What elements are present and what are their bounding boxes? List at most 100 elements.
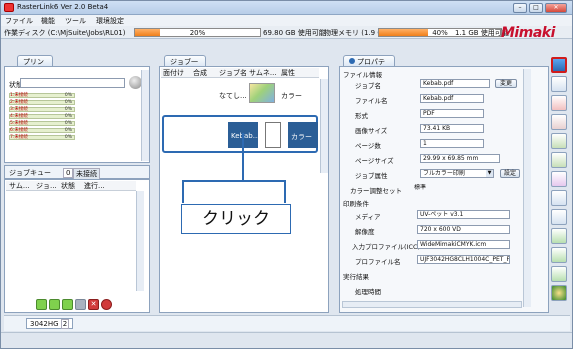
- media-label: メディア: [355, 213, 381, 221]
- pages-field: 1: [420, 139, 484, 148]
- properties-panel: ファイル情報 ジョブ名 Kebab.pdf 変更 ファイル名 Kebab.pdf…: [339, 66, 549, 313]
- pause-button[interactable]: [62, 299, 73, 310]
- printer-row-name: 1:未接続: [10, 93, 28, 98]
- printer-row[interactable]: 1:未接続 0%: [9, 93, 75, 98]
- print-tool-icon[interactable]: [551, 190, 567, 206]
- color-set-value: 標準: [414, 184, 427, 191]
- process-time-label: 処理時間: [355, 288, 381, 296]
- printer-row-pct: 0%: [64, 135, 72, 140]
- image-tool-icon[interactable]: [551, 114, 567, 130]
- window-title: RasterLink6 Ver 2.0 Beta4: [17, 3, 109, 11]
- format-field: PDF: [420, 109, 484, 118]
- queue-panel: サム... ジョ... 状態 進行...: [4, 179, 150, 313]
- copy-tool-icon[interactable]: [551, 152, 567, 168]
- printer-row-name: 7:未接続: [10, 135, 28, 140]
- transfer-tool-icon[interactable]: [551, 228, 567, 244]
- section-print-conditions: 印刷条件: [343, 200, 369, 208]
- format-label: 形式: [355, 112, 368, 120]
- queue-scrollbar[interactable]: [136, 191, 144, 291]
- job-row-name: なてし...: [219, 92, 247, 100]
- job-name-field[interactable]: Kebab.pdf: [420, 79, 490, 88]
- printer-row-pct: 0%: [64, 93, 72, 98]
- click-callout: クリック: [181, 204, 291, 234]
- menu-tool[interactable]: ツール: [65, 16, 86, 26]
- job-attr-select[interactable]: フルカラー印刷: [420, 169, 494, 178]
- queue-col[interactable]: サム...: [9, 181, 30, 191]
- cut-tool-icon[interactable]: [551, 171, 567, 187]
- mimaki-logo: Mimaki: [501, 25, 555, 41]
- joblist-col[interactable]: 合成: [193, 68, 207, 78]
- menu-bar: ファイル 機能 ツール 環境設定: [1, 15, 572, 26]
- queue-header: サム... ジョ... 状態 進行...: [6, 181, 136, 191]
- queue-tabbar: ジョブキュー 0 未接続: [4, 165, 150, 180]
- printer-row[interactable]: 4:未接続 0%: [9, 114, 75, 119]
- joblist-col[interactable]: 面付け: [163, 68, 184, 78]
- printer-row-name: 4:未接続: [10, 114, 28, 119]
- delete-button[interactable]: ✕: [88, 299, 99, 310]
- change-button[interactable]: 変更: [495, 79, 517, 88]
- maximize-button[interactable]: □: [529, 3, 543, 13]
- printer-row[interactable]: 3:未接続 0%: [9, 107, 75, 112]
- printer-row[interactable]: 2:未接続 0%: [9, 100, 75, 105]
- close-button[interactable]: ✕: [545, 3, 567, 13]
- disk-free: 69.80 GB 使用可能: [263, 29, 326, 37]
- pages-label: ページ数: [355, 142, 381, 150]
- queue-col[interactable]: 進行...: [84, 181, 105, 191]
- printer-row[interactable]: 7:未接続 0%: [9, 135, 75, 140]
- joblist-col[interactable]: 属性: [281, 68, 295, 78]
- properties-hscrollbar[interactable]: [342, 301, 522, 308]
- joblist-scrollbar[interactable]: [320, 79, 328, 173]
- status-bar: 作業ディスク (C:\MjSuite\Jobs\RL01) 20% 69.80 …: [1, 26, 572, 39]
- queue-add-button[interactable]: [36, 299, 47, 310]
- printer-row-pct: 0%: [64, 107, 72, 112]
- panel-tool-icon[interactable]: [551, 209, 567, 225]
- printer-state-field[interactable]: [20, 78, 125, 88]
- section-file-info: ファイル情報: [343, 71, 382, 79]
- menu-function[interactable]: 機能: [41, 16, 55, 26]
- printer-row[interactable]: 5:未接続 0%: [9, 121, 75, 126]
- stop-button[interactable]: [75, 299, 86, 310]
- printer-row-pct: 0%: [64, 121, 72, 126]
- page-size-field: 29.99 x 69.85 mm: [420, 154, 500, 163]
- printer-scrollbar[interactable]: [141, 70, 149, 161]
- properties-tool-icon[interactable]: [551, 57, 567, 73]
- joblist-col[interactable]: サムネ...: [249, 68, 277, 78]
- tab-properties[interactable]: プロパティ: [343, 55, 395, 76]
- down-tool-icon[interactable]: [551, 247, 567, 263]
- queue-col[interactable]: ジョ...: [36, 181, 57, 191]
- job-row-attr: カラー: [281, 92, 302, 100]
- right-toolbar: [550, 55, 570, 313]
- play-button[interactable]: [49, 299, 60, 310]
- tab-printer[interactable]: プリンタ: [17, 55, 53, 76]
- joblist-col[interactable]: ジョブ名: [219, 68, 247, 78]
- section-result: 実行結果: [343, 273, 369, 281]
- printer-row[interactable]: 6:未接続 0%: [9, 128, 75, 133]
- tab-queue[interactable]: ジョブキュー: [9, 168, 51, 178]
- chevron-down-icon[interactable]: ▼: [486, 170, 493, 177]
- queue-col[interactable]: 状態: [61, 181, 75, 191]
- minimize-button[interactable]: –: [513, 3, 527, 13]
- properties-scrollbar[interactable]: [523, 69, 531, 307]
- disk-percent: 20%: [189, 29, 206, 37]
- tab-joblist[interactable]: ジョブ一覧: [164, 55, 206, 76]
- printer-row-pct: 0%: [64, 100, 72, 105]
- title-bar: RasterLink6 Ver 2.0 Beta4 – □ ✕: [1, 1, 572, 15]
- tab-printer-3042hg[interactable]: 3042HG 2: [26, 318, 74, 329]
- edit-tool-icon[interactable]: [551, 133, 567, 149]
- app-window: RasterLink6 Ver 2.0 Beta4 – □ ✕ ファイル 機能 …: [0, 0, 573, 349]
- resolution-field: 720 x 600 VD: [417, 225, 510, 234]
- settings-button[interactable]: 設定: [500, 169, 520, 178]
- menu-settings[interactable]: 環境設定: [96, 16, 124, 26]
- color-tool-icon[interactable]: [551, 95, 567, 111]
- printer-panel: 状態 1:未接続 0% 2:未接続 0% 3:未接続 0% 4:未接続 0% 5:未接続…: [4, 66, 150, 163]
- job-attr-label: ジョブ属性: [355, 172, 388, 180]
- job-row[interactable]: なてし... カラー: [161, 80, 319, 108]
- menu-file[interactable]: ファイル: [5, 16, 33, 26]
- cancel-icon[interactable]: [101, 299, 112, 310]
- printer-tab-number: 2: [60, 319, 70, 329]
- globe-tool-icon[interactable]: [551, 285, 567, 301]
- layout-tool-icon[interactable]: [551, 76, 567, 92]
- footer-status: [1, 332, 572, 348]
- rip-tool-icon[interactable]: [551, 266, 567, 282]
- job-name-label: ジョブ名: [355, 82, 381, 90]
